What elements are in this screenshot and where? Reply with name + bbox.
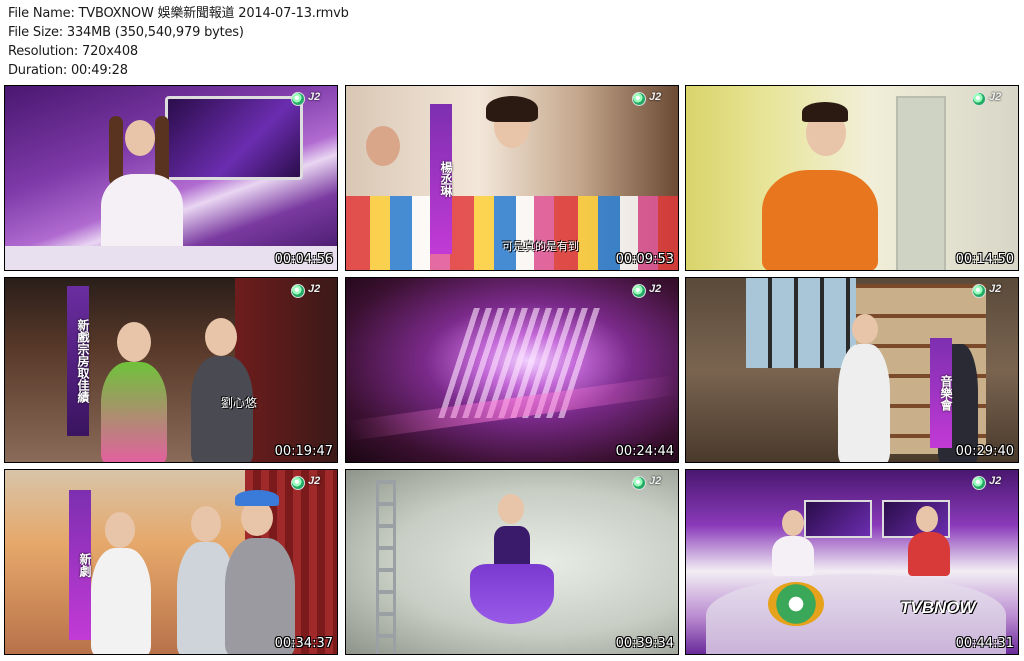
door — [896, 96, 946, 270]
timestamp: 00:19:47 — [274, 444, 333, 459]
cap — [235, 490, 279, 506]
vertical-banner: 楊丞琳 — [430, 104, 453, 254]
thumbnail-5: J2 00:24:44 — [345, 277, 679, 463]
resolution-line: Resolution: 720x408 — [8, 44, 138, 59]
studio-monitor — [165, 96, 303, 180]
vertical-banner: 新劇 — [69, 490, 92, 640]
ladder — [376, 480, 396, 654]
channel-logo: J2 — [972, 91, 1010, 106]
channel-logo: J2 — [972, 283, 1010, 298]
watermark: TVBNOW — [900, 598, 976, 617]
purple-dress — [470, 564, 554, 624]
vertical-banner: 音樂會 — [930, 338, 953, 448]
thumbnail-grid: J2 00:04:56 楊丞琳 可是真的是有到 J2 00:09:53 J2 0… — [4, 85, 1020, 657]
timestamp: 00:29:40 — [955, 444, 1014, 459]
thumbnail-1: J2 00:04:56 — [4, 85, 338, 271]
reporter-body — [762, 170, 878, 270]
channel-logo: J2 — [291, 283, 329, 298]
file-name-line: File Name: TVBOXNOW 娛樂新聞報道 2014-07-13.rm… — [8, 6, 349, 21]
timestamp: 00:39:34 — [615, 636, 674, 651]
anchor-head — [125, 120, 155, 156]
channel-logo: J2 — [291, 91, 329, 106]
timestamp: 00:24:44 — [615, 444, 674, 459]
thumbnail-2: 楊丞琳 可是真的是有到 J2 00:09:53 — [345, 85, 679, 271]
duration-line: Duration: 00:49:28 — [8, 63, 128, 78]
channel-logo: J2 — [632, 475, 670, 490]
thumbnail-3: J2 00:14:50 — [685, 85, 1019, 271]
window — [746, 278, 856, 368]
thumbnail-7: 新劇 J2 00:34:37 — [4, 469, 338, 655]
timestamp: 00:34:37 — [274, 636, 333, 651]
anchor-body — [101, 174, 183, 254]
timestamp: 00:14:50 — [955, 252, 1014, 267]
host-body — [101, 362, 167, 462]
vertical-banner: 新戲宗房取佳績 — [67, 286, 90, 436]
thumbnail-8: J2 00:39:34 — [345, 469, 679, 655]
channel-logo: J2 — [972, 475, 1010, 490]
channel-logo: J2 — [632, 283, 670, 298]
timestamp: 00:09:53 — [615, 252, 674, 267]
timestamp: 00:04:56 — [274, 252, 333, 267]
show-logo — [768, 582, 824, 626]
subtitle: 可是真的是有到 — [502, 241, 579, 253]
name-caption: 劉心悠 — [221, 396, 258, 410]
file-size-line: File Size: 334MB (350,540,979 bytes) — [8, 25, 244, 40]
host-body — [838, 344, 890, 462]
thumbnail-6: 音樂會 J2 00:29:40 — [685, 277, 1019, 463]
channel-logo: J2 — [291, 475, 329, 490]
timestamp: 00:44:31 — [955, 636, 1014, 651]
thumbnail-9: TVBNOW J2 00:44:31 — [685, 469, 1019, 655]
thumbnail-4: 新戲宗房取佳績 劉心悠 J2 00:19:47 — [4, 277, 338, 463]
studio-monitor — [804, 500, 872, 538]
channel-logo: J2 — [632, 91, 670, 106]
file-info-header: File Name: TVBOXNOW 娛樂新聞報道 2014-07-13.rm… — [8, 4, 349, 80]
